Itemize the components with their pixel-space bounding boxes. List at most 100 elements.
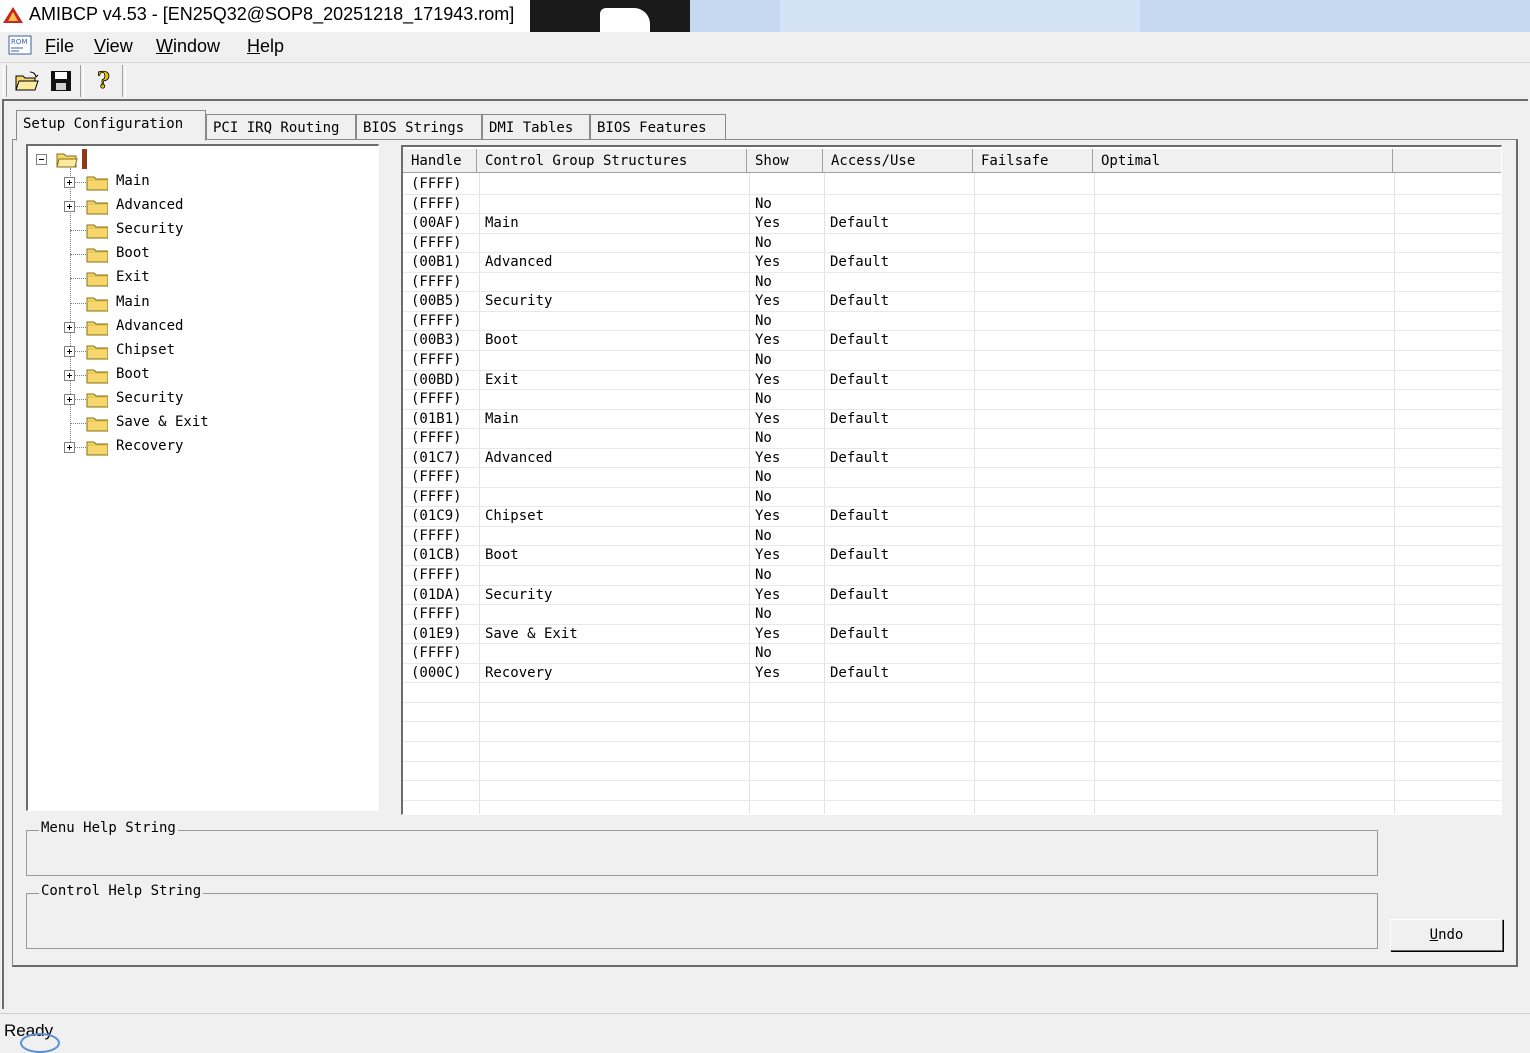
table-row[interactable]: (01C7) Advanced Yes Default (403, 449, 1501, 469)
table-row[interactable]: (FFFF) No (403, 351, 1501, 371)
collapse-icon[interactable] (36, 154, 47, 165)
table-row[interactable]: (FFFF) No (403, 527, 1501, 547)
table-row[interactable] (403, 722, 1501, 742)
setup-tree-view[interactable]: Main Advanced Security Boot Exit Main Advanced… (26, 144, 379, 811)
control-group-grid[interactable]: Handle Control Group Structures Show Acc… (401, 145, 1502, 815)
table-row[interactable]: (00B5) Security Yes Default (403, 292, 1501, 312)
expand-icon[interactable] (64, 442, 75, 454)
cell-show: Yes (755, 508, 781, 525)
expand-icon[interactable] (64, 369, 75, 381)
cell-control-group: Exit (485, 371, 519, 388)
table-row[interactable]: (000C) Recovery Yes Default (403, 664, 1501, 684)
cell-handle: (FFFF) (411, 312, 462, 329)
table-row[interactable]: (01DA) Security Yes Default (403, 586, 1501, 606)
table-row[interactable]: (FFFF) No (403, 468, 1501, 488)
table-row[interactable]: (00AF) Main Yes Default (403, 214, 1501, 234)
window-title: AMIBCP v4.53 - [EN25Q32@SOP8_20251218_17… (29, 4, 515, 24)
cell-handle: (FFFF) (411, 469, 462, 486)
table-row[interactable]: (FFFF) No (403, 566, 1501, 586)
column-header-filler (1393, 149, 1501, 173)
cell-access-use: Default (830, 332, 890, 349)
column-header-failsafe[interactable]: Failsafe (973, 149, 1093, 173)
table-row[interactable]: (FFFF) No (403, 605, 1501, 625)
folder-icon (86, 248, 108, 263)
column-header-show[interactable]: Show (747, 149, 823, 173)
cell-handle: (000C) (411, 664, 462, 681)
table-row[interactable] (403, 742, 1501, 762)
title-bar-background (600, 8, 650, 32)
tab-bios-strings[interactable]: BIOS Strings (356, 114, 482, 140)
table-row[interactable] (403, 801, 1501, 814)
table-row[interactable]: (FFFF) No (403, 312, 1501, 332)
open-button[interactable] (13, 67, 41, 95)
svg-text:?: ? (97, 68, 110, 94)
table-row[interactable]: (01E9) Save & Exit Yes Default (403, 625, 1501, 645)
tab-setup-configuration[interactable]: Setup Configuration (16, 110, 206, 141)
menu-file[interactable]: File (45, 36, 74, 57)
expand-icon[interactable] (64, 321, 75, 333)
expand-icon[interactable] (64, 393, 75, 405)
tab-dmi-tables[interactable]: DMI Tables (482, 114, 590, 140)
expand-icon[interactable] (64, 201, 75, 213)
cell-control-group: Save & Exit (485, 625, 578, 642)
table-row[interactable]: (FFFF) No (403, 234, 1501, 254)
cursor-indicator-icon (20, 1033, 60, 1053)
cell-show: No (755, 312, 772, 329)
tree-item-label: Exit (116, 269, 150, 286)
table-row[interactable]: (FFFF) No (403, 195, 1501, 215)
menu-help[interactable]: Help (247, 36, 284, 57)
cell-control-group: Boot (485, 332, 519, 349)
table-row[interactable] (403, 683, 1501, 703)
cell-show: No (755, 527, 772, 544)
table-row[interactable]: (01C9) Chipset Yes Default (403, 507, 1501, 527)
column-header-optimal[interactable]: Optimal (1093, 149, 1393, 173)
table-row[interactable]: (FFFF) No (403, 273, 1501, 293)
rom-document-icon[interactable]: ROM (8, 35, 34, 57)
cell-show: Yes (755, 449, 781, 466)
help-button[interactable]: ? (90, 67, 118, 95)
tree-item-label: Save & Exit (116, 414, 209, 430)
toolbar-grip[interactable] (3, 65, 7, 97)
table-row[interactable]: (FFFF) No (403, 390, 1501, 410)
expand-icon[interactable] (64, 345, 75, 357)
tab-bios-features[interactable]: BIOS Features (590, 114, 726, 140)
tab-pci-irq-routing[interactable]: PCI IRQ Routing (206, 114, 356, 140)
column-header-handle[interactable]: Handle (403, 149, 477, 173)
cell-show: No (755, 488, 772, 505)
table-row[interactable] (403, 762, 1501, 782)
column-header-control-group-structures[interactable]: Control Group Structures (477, 149, 747, 173)
menu-view[interactable]: View (94, 36, 133, 57)
expand-icon[interactable] (64, 177, 75, 188)
cell-access-use: Default (830, 293, 890, 310)
cell-handle: (01CB) (411, 547, 462, 564)
undo-label: ndo (1438, 927, 1464, 943)
cell-show: Yes (755, 547, 781, 564)
cell-handle: (FFFF) (411, 351, 462, 368)
cell-handle: (FFFF) (411, 195, 462, 212)
table-row[interactable]: (00B1) Advanced Yes Default (403, 253, 1501, 273)
tree-item-label: Advanced (116, 197, 184, 214)
table-row[interactable] (403, 703, 1501, 723)
menu-window[interactable]: Window (156, 36, 220, 57)
cell-show: No (755, 567, 772, 583)
cell-handle: (00B5) (411, 293, 462, 310)
table-row[interactable] (403, 781, 1501, 801)
undo-button[interactable]: Undo (1390, 919, 1503, 951)
column-header-access-use[interactable]: Access/Use (823, 149, 973, 173)
table-row[interactable]: (00BD) Exit Yes Default (403, 371, 1501, 391)
cell-access-use: Default (830, 625, 890, 642)
amibcp-app-icon (3, 7, 23, 23)
title-bar[interactable]: AMIBCP v4.53 - [EN25Q32@SOP8_20251218_17… (0, 0, 1530, 32)
table-row[interactable]: (FFFF) No (403, 429, 1501, 449)
table-row[interactable]: (00B3) Boot Yes Default (403, 331, 1501, 351)
cell-show: Yes (755, 254, 781, 271)
table-row[interactable]: (01B1) Main Yes Default (403, 410, 1501, 430)
cell-access-use: Default (830, 410, 890, 427)
table-row[interactable]: (FFFF) No (403, 488, 1501, 508)
toolbar-separator (122, 65, 126, 97)
table-row[interactable]: (FFFF) No (403, 644, 1501, 664)
save-button[interactable] (47, 67, 75, 95)
tree-line (70, 278, 86, 280)
table-row[interactable]: (FFFF) (403, 175, 1501, 195)
table-row[interactable]: (01CB) Boot Yes Default (403, 546, 1501, 567)
